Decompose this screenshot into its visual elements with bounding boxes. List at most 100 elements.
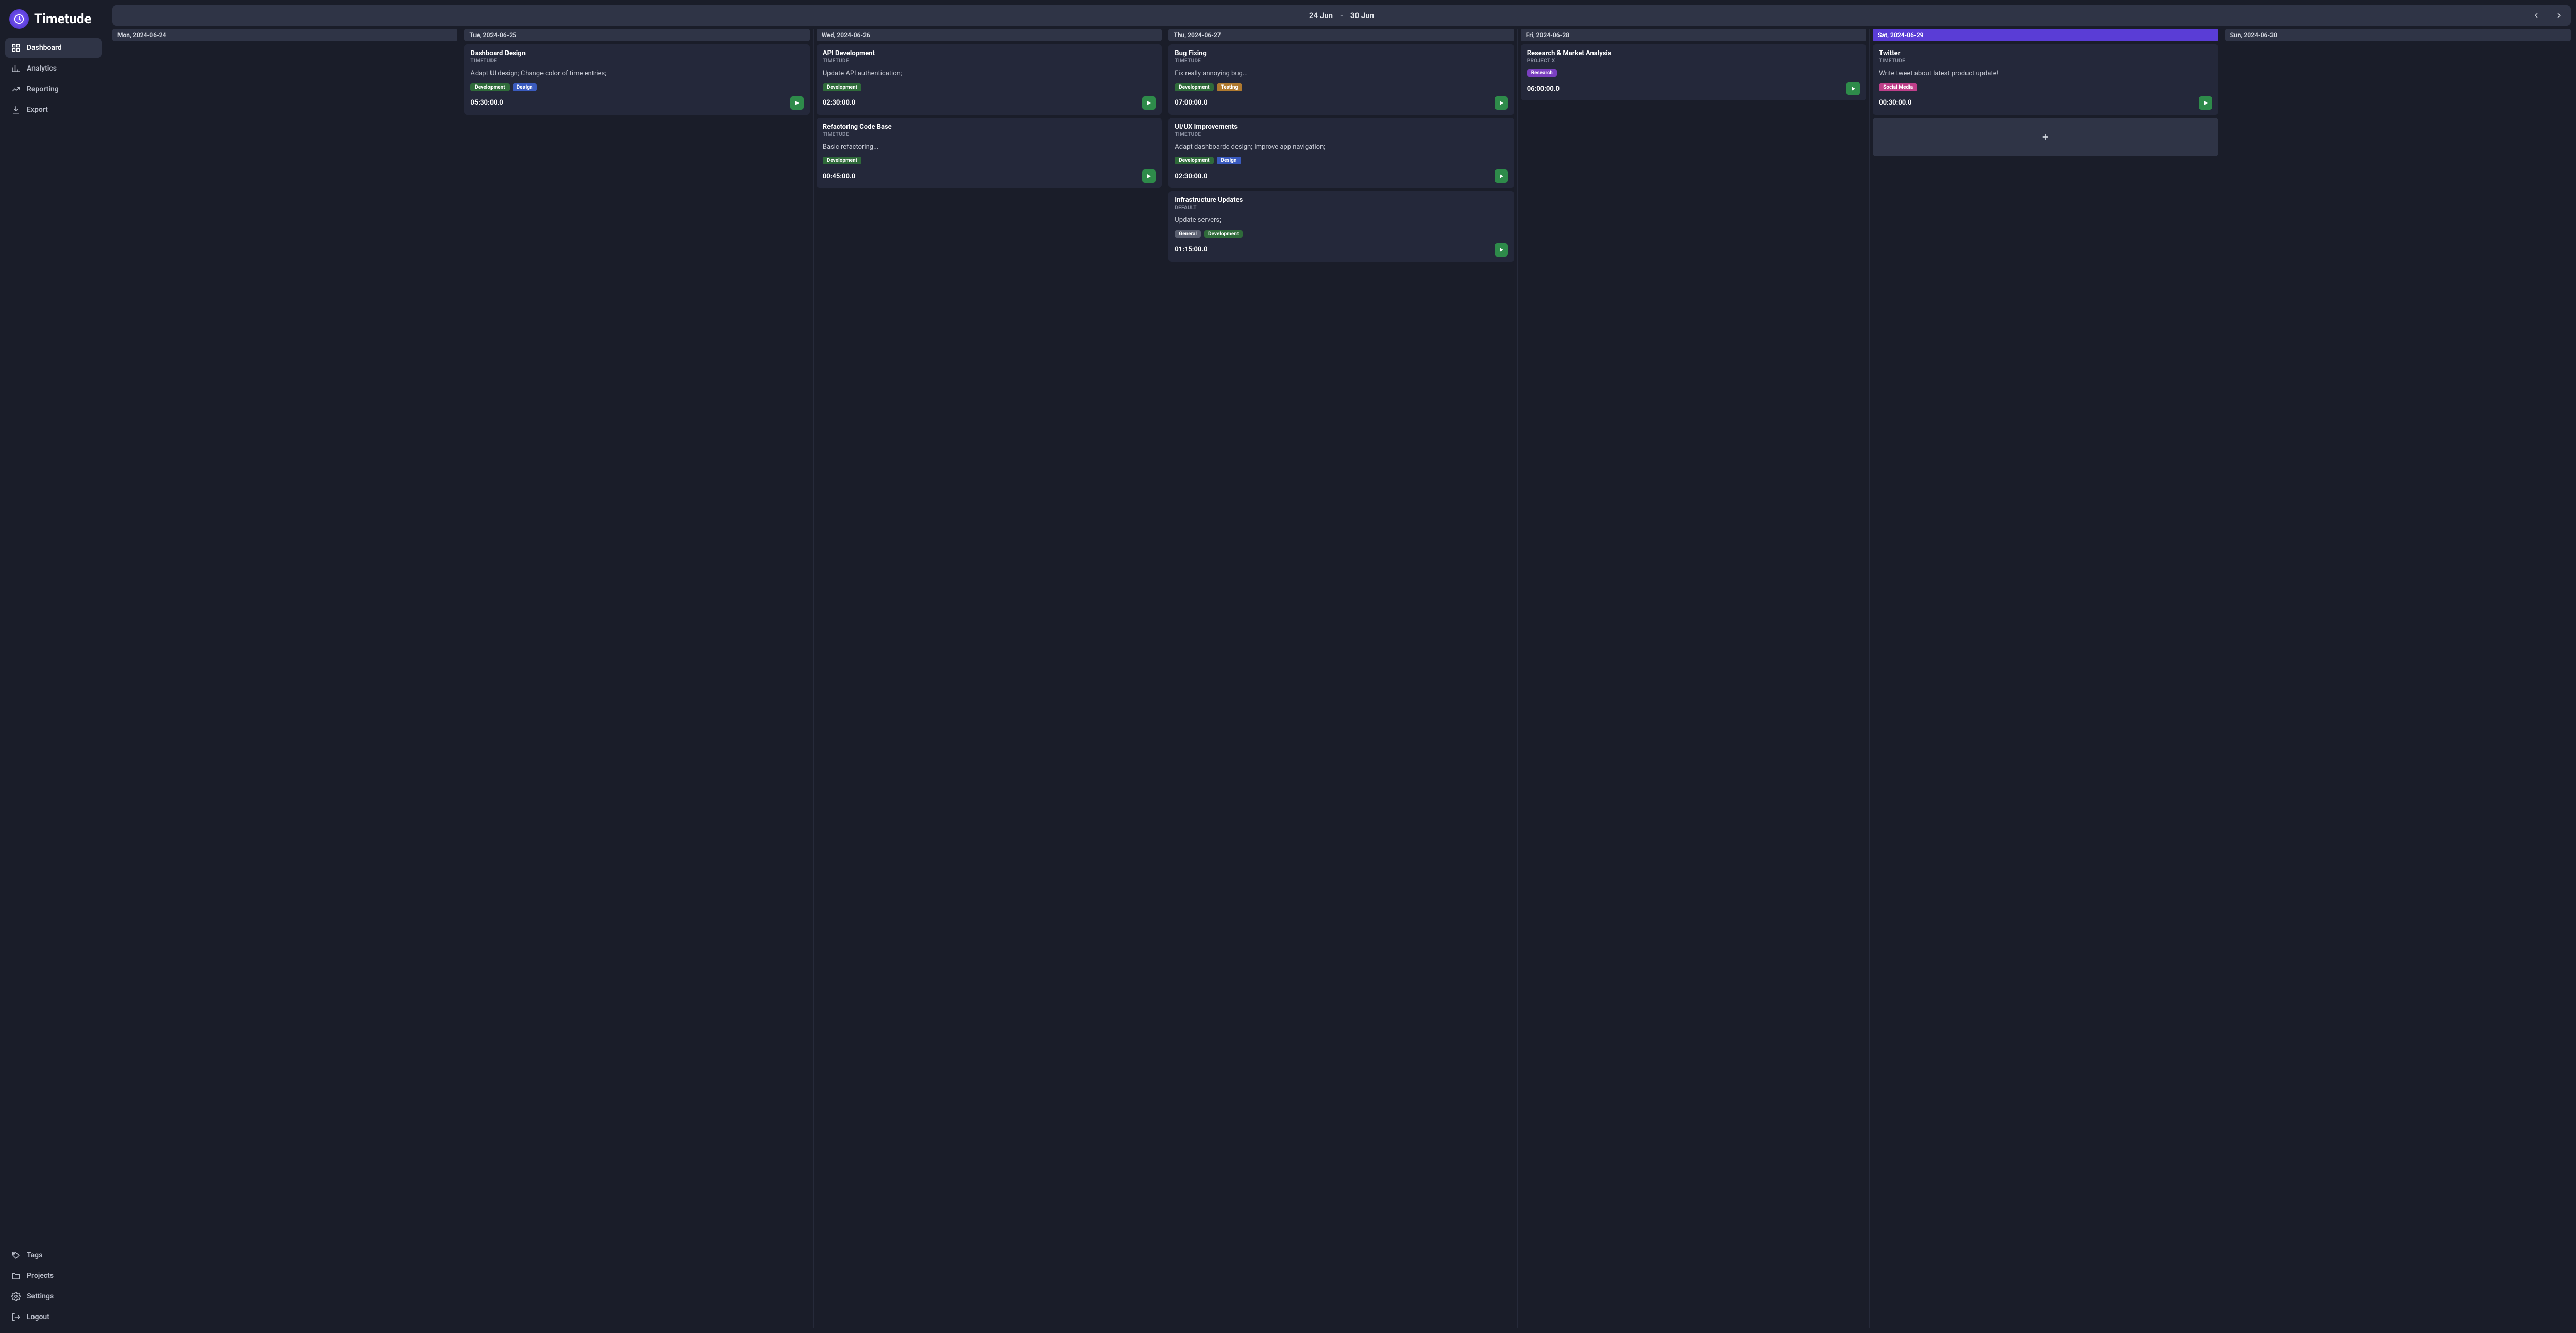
day-column: Sun, 2024-06-30 xyxy=(2222,29,2574,1328)
card-project: TIMETUDE xyxy=(470,58,803,64)
duration-value: 02:30:00.0 xyxy=(1175,173,1207,180)
play-button[interactable] xyxy=(2199,96,2212,110)
sidebar-item-reporting[interactable]: Reporting xyxy=(5,79,102,99)
sidebar-item-tags[interactable]: Tags xyxy=(5,1245,102,1265)
card-description: Adapt UI design; Change color of time en… xyxy=(470,69,803,78)
tag-badge: Development xyxy=(1175,157,1213,164)
play-icon xyxy=(2202,100,2209,106)
card-description: Update API authentication; xyxy=(823,69,1156,78)
main: 24 Jun - 30 Jun Mon, 2024-06-24 Tue, 2024… xyxy=(107,0,2576,1333)
card-title: Bug Fixing xyxy=(1175,49,1507,57)
plus-icon xyxy=(2041,132,2050,142)
play-button[interactable] xyxy=(1846,82,1860,95)
play-icon xyxy=(1498,100,1504,106)
time-entry-card[interactable]: Bug FixingTIMETUDEFix really annoying bu… xyxy=(1168,44,1514,115)
tag-row: Development Design xyxy=(1175,157,1507,164)
tag-row: Social Media xyxy=(1879,83,2212,91)
tag-badge: Development xyxy=(823,157,861,164)
time-entry-card[interactable]: UI/UX ImprovementsTIMETUDE Adapt dashboar… xyxy=(1168,118,1514,189)
tag-row: DevelopmentTesting xyxy=(1175,83,1507,91)
chevron-right-icon xyxy=(2555,11,2563,20)
sidebar-item-projects[interactable]: Projects xyxy=(5,1266,102,1286)
duration-value: 07:00:00.0 xyxy=(1175,99,1207,107)
play-icon xyxy=(1146,100,1152,106)
folder-icon xyxy=(11,1271,21,1280)
duration-value: 06:00:00.0 xyxy=(1527,85,1560,93)
tag-row: Development xyxy=(823,157,1156,164)
card-head: Dashboard DesignTIMETUDE xyxy=(470,49,803,64)
sidebar-item-label: Projects xyxy=(27,1272,54,1280)
card-head: TwitterTIMETUDE xyxy=(1879,49,2212,64)
tag-badge: Development xyxy=(1204,230,1243,238)
play-button[interactable] xyxy=(790,96,804,110)
time-entry-card[interactable]: API DevelopmentTIMETUDE Update API authen… xyxy=(817,44,1162,115)
day-header: Thu, 2024-06-27 xyxy=(1168,29,1514,41)
card-foot: 07:00:00.0 xyxy=(1175,96,1507,110)
brand: Timetude xyxy=(5,6,102,38)
tag-badge: Development xyxy=(1175,83,1213,91)
day-column: Mon, 2024-06-24 xyxy=(109,29,461,1328)
card-description: Basic refactoring... xyxy=(823,143,1156,152)
date-range: 24 Jun - 30 Jun xyxy=(1309,11,1374,20)
time-entry-card[interactable]: Research & Market AnalysisPROJECT X Resea… xyxy=(1521,44,1866,100)
day-header: Sat, 2024-06-29 xyxy=(1873,29,2218,41)
duration-value: 01:15:00.0 xyxy=(1175,246,1207,253)
time-entry-card[interactable]: TwitterTIMETUDE Write tweet about latest … xyxy=(1873,44,2218,115)
grid-icon xyxy=(11,43,21,53)
tag-row: GeneralDevelopment xyxy=(1175,230,1507,238)
prev-week-button[interactable] xyxy=(2530,9,2543,22)
trend-icon xyxy=(11,84,21,94)
card-foot: 00:45:00.0 xyxy=(823,169,1156,183)
card-foot: 05:30:00.0 xyxy=(470,96,803,110)
sidebar-item-logout[interactable]: Logout xyxy=(5,1307,102,1327)
next-week-button[interactable] xyxy=(2552,9,2566,22)
nav-primary: Dashboard Analytics Reporting Export xyxy=(5,38,102,119)
card-project: TIMETUDE xyxy=(823,58,1156,64)
tag-row: Research xyxy=(1527,69,1860,77)
card-foot: 01:15:00.0 xyxy=(1175,243,1507,257)
tag-badge: Design xyxy=(1217,157,1241,164)
day-header: Tue, 2024-06-25 xyxy=(464,29,809,41)
card-description: Adapt dashboardc design; Improve app nav… xyxy=(1175,143,1507,152)
day-column: Sat, 2024-06-29 TwitterTIMETUDE Write twee… xyxy=(1870,29,2222,1328)
tag-icon xyxy=(11,1251,21,1260)
card-description: Write tweet about latest product update! xyxy=(1879,69,2212,78)
time-entry-card[interactable]: Refactoring Code BaseTIMETUDEBasic refac… xyxy=(817,118,1162,189)
sidebar-item-label: Reporting xyxy=(27,85,59,93)
card-head: Research & Market AnalysisPROJECT X xyxy=(1527,49,1860,64)
tag-row: DevelopmentDesign xyxy=(470,83,803,91)
card-project: TIMETUDE xyxy=(1879,58,2212,64)
sidebar: Timetude Dashboard Analytics Reporting E… xyxy=(0,0,107,1333)
play-button[interactable] xyxy=(1495,243,1508,257)
card-head: API DevelopmentTIMETUDE xyxy=(823,49,1156,64)
play-button[interactable] xyxy=(1495,96,1508,110)
play-button[interactable] xyxy=(1142,169,1156,183)
play-button[interactable] xyxy=(1495,169,1508,183)
sidebar-item-label: Tags xyxy=(27,1251,42,1259)
tag-badge: Social Media xyxy=(1879,83,1917,91)
duration-value: 00:30:00.0 xyxy=(1879,99,1911,107)
tag-badge: Research xyxy=(1527,69,1557,77)
duration-value: 05:30:00.0 xyxy=(470,99,503,107)
play-button[interactable] xyxy=(1142,96,1156,110)
sidebar-item-analytics[interactable]: Analytics xyxy=(5,59,102,78)
sidebar-item-settings[interactable]: Settings xyxy=(5,1287,102,1306)
sidebar-item-export[interactable]: Export xyxy=(5,100,102,119)
range-start: 24 Jun xyxy=(1309,11,1333,20)
card-title: Twitter xyxy=(1879,49,2212,57)
time-entry-card[interactable]: Infrastructure UpdatesDEFAULTUpdate serv… xyxy=(1168,191,1514,262)
sidebar-item-dashboard[interactable]: Dashboard xyxy=(5,38,102,58)
card-project: DEFAULT xyxy=(1175,205,1507,211)
gear-icon xyxy=(11,1292,21,1301)
add-entry-button[interactable] xyxy=(1873,118,2218,156)
time-entry-card[interactable]: Dashboard DesignTIMETUDE Adapt UI design;… xyxy=(464,44,809,115)
day-header: Mon, 2024-06-24 xyxy=(112,29,457,41)
day-column: Wed, 2024-06-26API DevelopmentTIMETUDEUp… xyxy=(814,29,1165,1328)
card-head: UI/UX ImprovementsTIMETUDE xyxy=(1175,123,1507,138)
sidebar-item-label: Settings xyxy=(27,1292,54,1301)
range-end: 30 Jun xyxy=(1350,11,1374,20)
card-project: TIMETUDE xyxy=(1175,58,1507,64)
card-title: Infrastructure Updates xyxy=(1175,196,1507,204)
day-column: Fri, 2024-06-28Research & Market Analysi… xyxy=(1518,29,1870,1328)
play-icon xyxy=(794,100,800,106)
